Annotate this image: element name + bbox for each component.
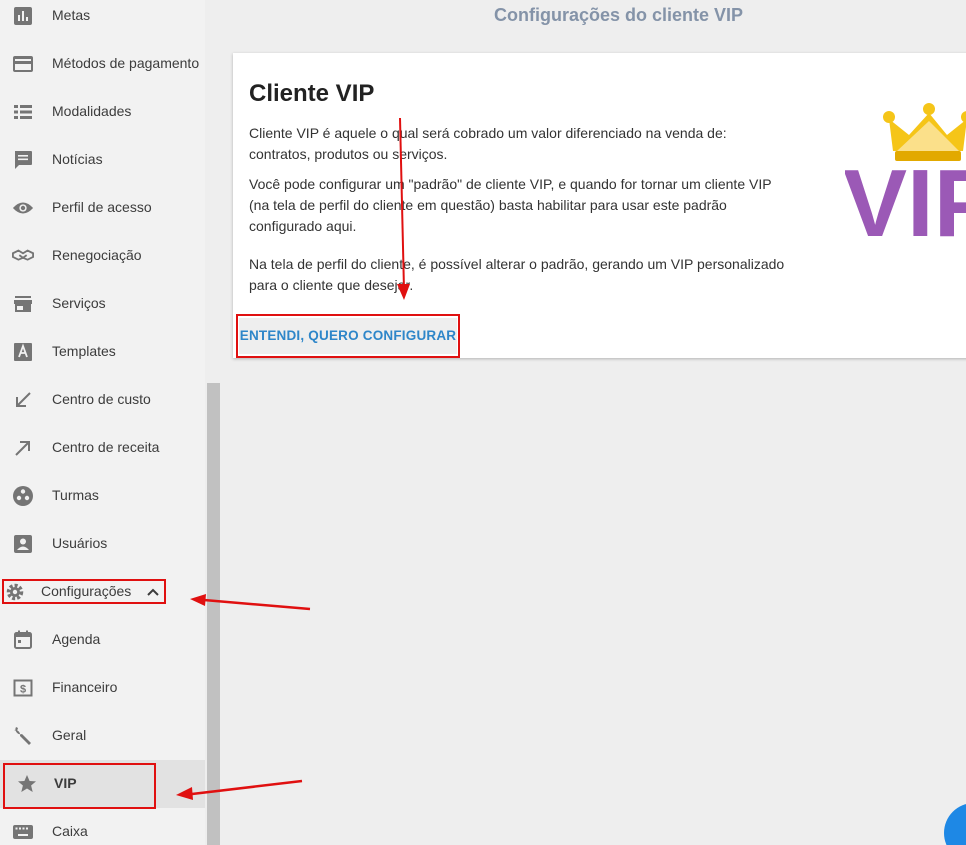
sidebar-item-metodos-pagamento[interactable]: Métodos de pagamento bbox=[0, 40, 205, 88]
highlight-vip bbox=[3, 763, 156, 809]
sidebar-scrollbar-thumb[interactable] bbox=[207, 383, 220, 845]
sidebar: Metas Métodos de pagamento Modalidades N… bbox=[0, 0, 205, 845]
sidebar-item-label: Templates bbox=[52, 343, 116, 359]
sidebar-item-usuarios[interactable]: Usuários bbox=[0, 520, 205, 568]
vip-logo: VIP bbox=[845, 103, 966, 241]
calendar-icon bbox=[12, 629, 34, 651]
sidebar-item-financeiro[interactable]: $ Financeiro bbox=[0, 664, 205, 712]
arrow-up-right-icon bbox=[12, 437, 34, 459]
sidebar-item-agenda[interactable]: Agenda bbox=[0, 616, 205, 664]
chat-fab-button[interactable] bbox=[944, 803, 966, 845]
highlight-configuracoes bbox=[2, 579, 166, 604]
sidebar-item-label: Geral bbox=[52, 727, 87, 743]
sidebar-item-noticias[interactable]: Notícias bbox=[0, 136, 205, 184]
card-title: Cliente VIP bbox=[249, 80, 375, 107]
sidebar-item-label: Renegociação bbox=[52, 247, 142, 263]
chat-icon bbox=[12, 149, 34, 171]
card-paragraph-1: Cliente VIP é aquele o qual será cobrado… bbox=[249, 125, 727, 162]
sidebar-item-modalidades[interactable]: Modalidades bbox=[0, 88, 205, 136]
credit-card-icon bbox=[12, 53, 34, 75]
store-icon bbox=[12, 293, 34, 315]
wrench-icon bbox=[12, 725, 34, 747]
sidebar-item-label: Serviços bbox=[52, 295, 106, 311]
sidebar-item-label: Centro de receita bbox=[52, 439, 160, 455]
group-icon bbox=[12, 485, 34, 507]
page-title: Configurações do cliente VIP bbox=[494, 5, 744, 25]
sidebar-item-label: Modalidades bbox=[52, 103, 132, 119]
sidebar-item-label: Agenda bbox=[52, 631, 101, 647]
highlight-configure-button bbox=[236, 314, 460, 358]
sidebar-item-geral[interactable]: Geral bbox=[0, 712, 205, 760]
keyboard-icon bbox=[12, 821, 34, 843]
sidebar-item-servicos[interactable]: Serviços bbox=[0, 280, 205, 328]
handshake-icon bbox=[12, 245, 34, 267]
account-box-icon bbox=[12, 533, 34, 555]
sidebar-item-centro-custo[interactable]: Centro de custo bbox=[0, 376, 205, 424]
sidebar-item-label: Metas bbox=[52, 7, 91, 23]
card-paragraph-2: Você pode configurar um "padrão" de clie… bbox=[249, 176, 772, 234]
eye-icon bbox=[12, 197, 34, 219]
sidebar-item-centro-receita[interactable]: Centro de receita bbox=[0, 424, 205, 472]
arrow-down-left-icon bbox=[12, 389, 34, 411]
vip-logo-text: VIP bbox=[845, 150, 966, 241]
list-icon bbox=[12, 101, 34, 123]
sidebar-item-label: Usuários bbox=[52, 535, 108, 551]
svg-text:$: $ bbox=[20, 684, 26, 696]
sidebar-item-label: Financeiro bbox=[52, 679, 118, 695]
sidebar-item-label: Notícias bbox=[52, 151, 103, 167]
font-icon bbox=[12, 341, 34, 363]
bar-chart-icon bbox=[12, 5, 34, 27]
vip-info-card: Cliente VIP Cliente VIP é aquele o qual … bbox=[233, 53, 966, 358]
sidebar-item-templates[interactable]: Templates bbox=[0, 328, 205, 376]
sidebar-item-label: Turmas bbox=[52, 487, 99, 503]
sidebar-item-label: Caixa bbox=[52, 823, 88, 839]
sidebar-item-renegociacao[interactable]: Renegociação bbox=[0, 232, 205, 280]
sidebar-item-metas[interactable]: Metas bbox=[0, 0, 205, 40]
sidebar-item-caixa[interactable]: Caixa bbox=[0, 808, 205, 845]
card-paragraph-3: Na tela de perfil do cliente, é possível… bbox=[249, 256, 785, 293]
sidebar-item-label: Métodos de pagamento bbox=[52, 55, 200, 71]
sidebar-item-label: Perfil de acesso bbox=[52, 199, 152, 215]
sidebar-item-perfil-acesso[interactable]: Perfil de acesso bbox=[0, 184, 205, 232]
money-icon: $ bbox=[12, 677, 34, 699]
sidebar-item-label: Centro de custo bbox=[52, 391, 151, 407]
sidebar-item-turmas[interactable]: Turmas bbox=[0, 472, 205, 520]
